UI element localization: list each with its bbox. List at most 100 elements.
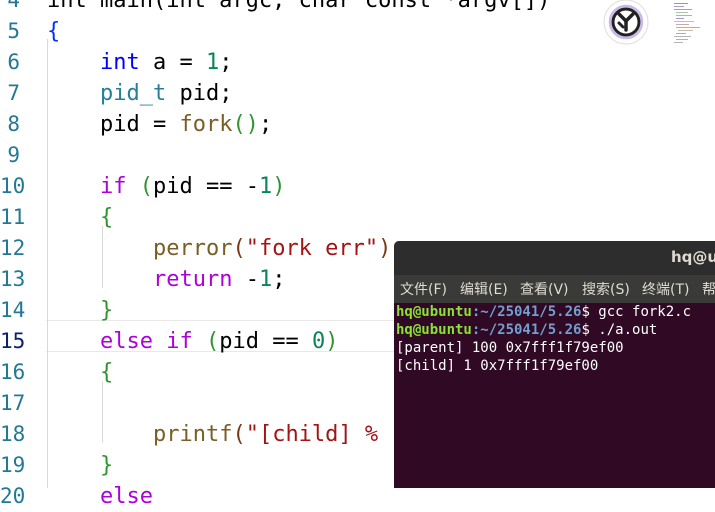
code-line: int a = 1; [47,47,232,78]
code-token: 1 [258,267,273,292]
line-number: 19 [0,453,26,477]
code-token: ( [232,422,246,447]
terminal-line: hq@ubuntu:~/25041/5.26$ ./a.out [396,322,658,338]
code-token: pid == - [152,174,259,199]
code-line: int main(int argc, char const *argv[]) [47,0,550,16]
line-number: 16 [0,360,26,384]
code-token: { [99,205,114,230]
code-line: if (pid == -1) [47,171,285,202]
line-number: 7 [7,81,20,105]
code-token: ( [232,236,246,261]
line-number: 11 [0,205,26,229]
minimap[interactable] [668,0,715,46]
code-token: int main(int argc, char const *argv[]) [47,0,551,13]
code-line: else [47,481,153,512]
code-token: 1 [258,174,273,199]
code-token: pid_t [99,81,167,106]
code-line: } [47,450,113,481]
code-token: 1 [205,50,220,75]
line-number: 13 [0,267,26,291]
code-token: 0 [311,329,326,354]
code-line: { [47,357,113,388]
code-token: } [99,453,114,478]
code-token: if [166,329,193,354]
terminal-menubar: 文件(F) 编辑(E) 查看(V) 搜索(S) 终端(T) 帮助(H) [394,275,715,303]
code-token: "[child] % [245,422,379,447]
line-number: 8 [7,112,20,136]
line-number: 18 [0,422,26,446]
code-line: return -1; [47,264,285,295]
code-token: ( [205,329,220,354]
terminal-line: hq@ubuntu:~/25041/5.26$ gcc fork2.c [396,304,692,320]
terminal-line: [parent] 100 0x7fff1f79ef00 [396,340,624,356]
code-line: { [47,202,113,233]
code-token: } [99,298,114,323]
code-token: fork [179,112,233,137]
line-number: 12 [0,236,26,260]
code-token: { [99,360,114,385]
menu-help[interactable]: 帮助(H) [702,279,715,299]
code-token: ; [258,112,273,137]
code-token: ) [272,174,286,199]
code-token: a = [139,50,206,75]
code-token: - [232,267,259,292]
terminal-titlebar[interactable]: hq@ubuntu: ~/25041/5.26 [394,241,715,275]
code-token: pid = [47,112,180,137]
app-logo-icon [601,0,651,47]
code-token: else [99,329,153,354]
terminal-line: [child] 1 0x7fff1f79ef00 [396,358,599,374]
line-number: 4 [7,0,20,12]
code-line: pid = fork(); [47,109,272,140]
line-number: 5 [7,19,20,43]
code-token: ; [272,267,286,292]
line-number: 6 [7,50,20,74]
code-token: pid == [219,329,312,354]
code-token: ( [139,174,153,199]
code-token: return [152,267,233,292]
line-number: 17 [0,391,26,415]
code-token: { [47,19,61,44]
code-token: int [99,50,140,75]
code-line: perror("fork err"); [47,233,405,264]
code-line: } [47,295,113,326]
code-line: else if (pid == 0) [47,326,338,357]
code-line: { [47,16,60,47]
terminal-window[interactable]: hq@ubuntu: ~/25041/5.26 文件(F) 编辑(E) 查看(V… [394,241,715,488]
line-number: 9 [7,143,20,167]
menu-file[interactable]: 文件(F) [400,279,447,299]
code-token: pid; [166,81,233,106]
code-line: printf("[child] % [47,419,378,450]
menu-edit[interactable]: 编辑(E) [460,279,508,299]
code-token: perror [152,236,233,261]
menu-terminal[interactable]: 终端(T) [642,279,689,299]
menu-view[interactable]: 查看(V) [520,279,569,299]
code-token: ) [325,329,339,354]
code-token: () [232,112,259,137]
code-token: ; [219,50,233,75]
line-number-gutter: 4 5 6 7 8 9 10 11 12 13 14 15 16 17 18 19 20 [0,0,40,508]
line-number: 10 [0,174,26,198]
menu-search[interactable]: 搜索(S) [582,279,630,299]
code-line: pid_t pid; [47,78,232,109]
line-number: 15 [0,329,26,353]
line-number: 14 [0,298,26,322]
code-token: printf [152,422,233,447]
code-token: if [99,174,127,199]
code-token: "fork err" [245,236,379,261]
terminal-title: hq@ubuntu: ~/25041/5.26 [671,248,715,266]
line-number: 20 [0,484,26,508]
